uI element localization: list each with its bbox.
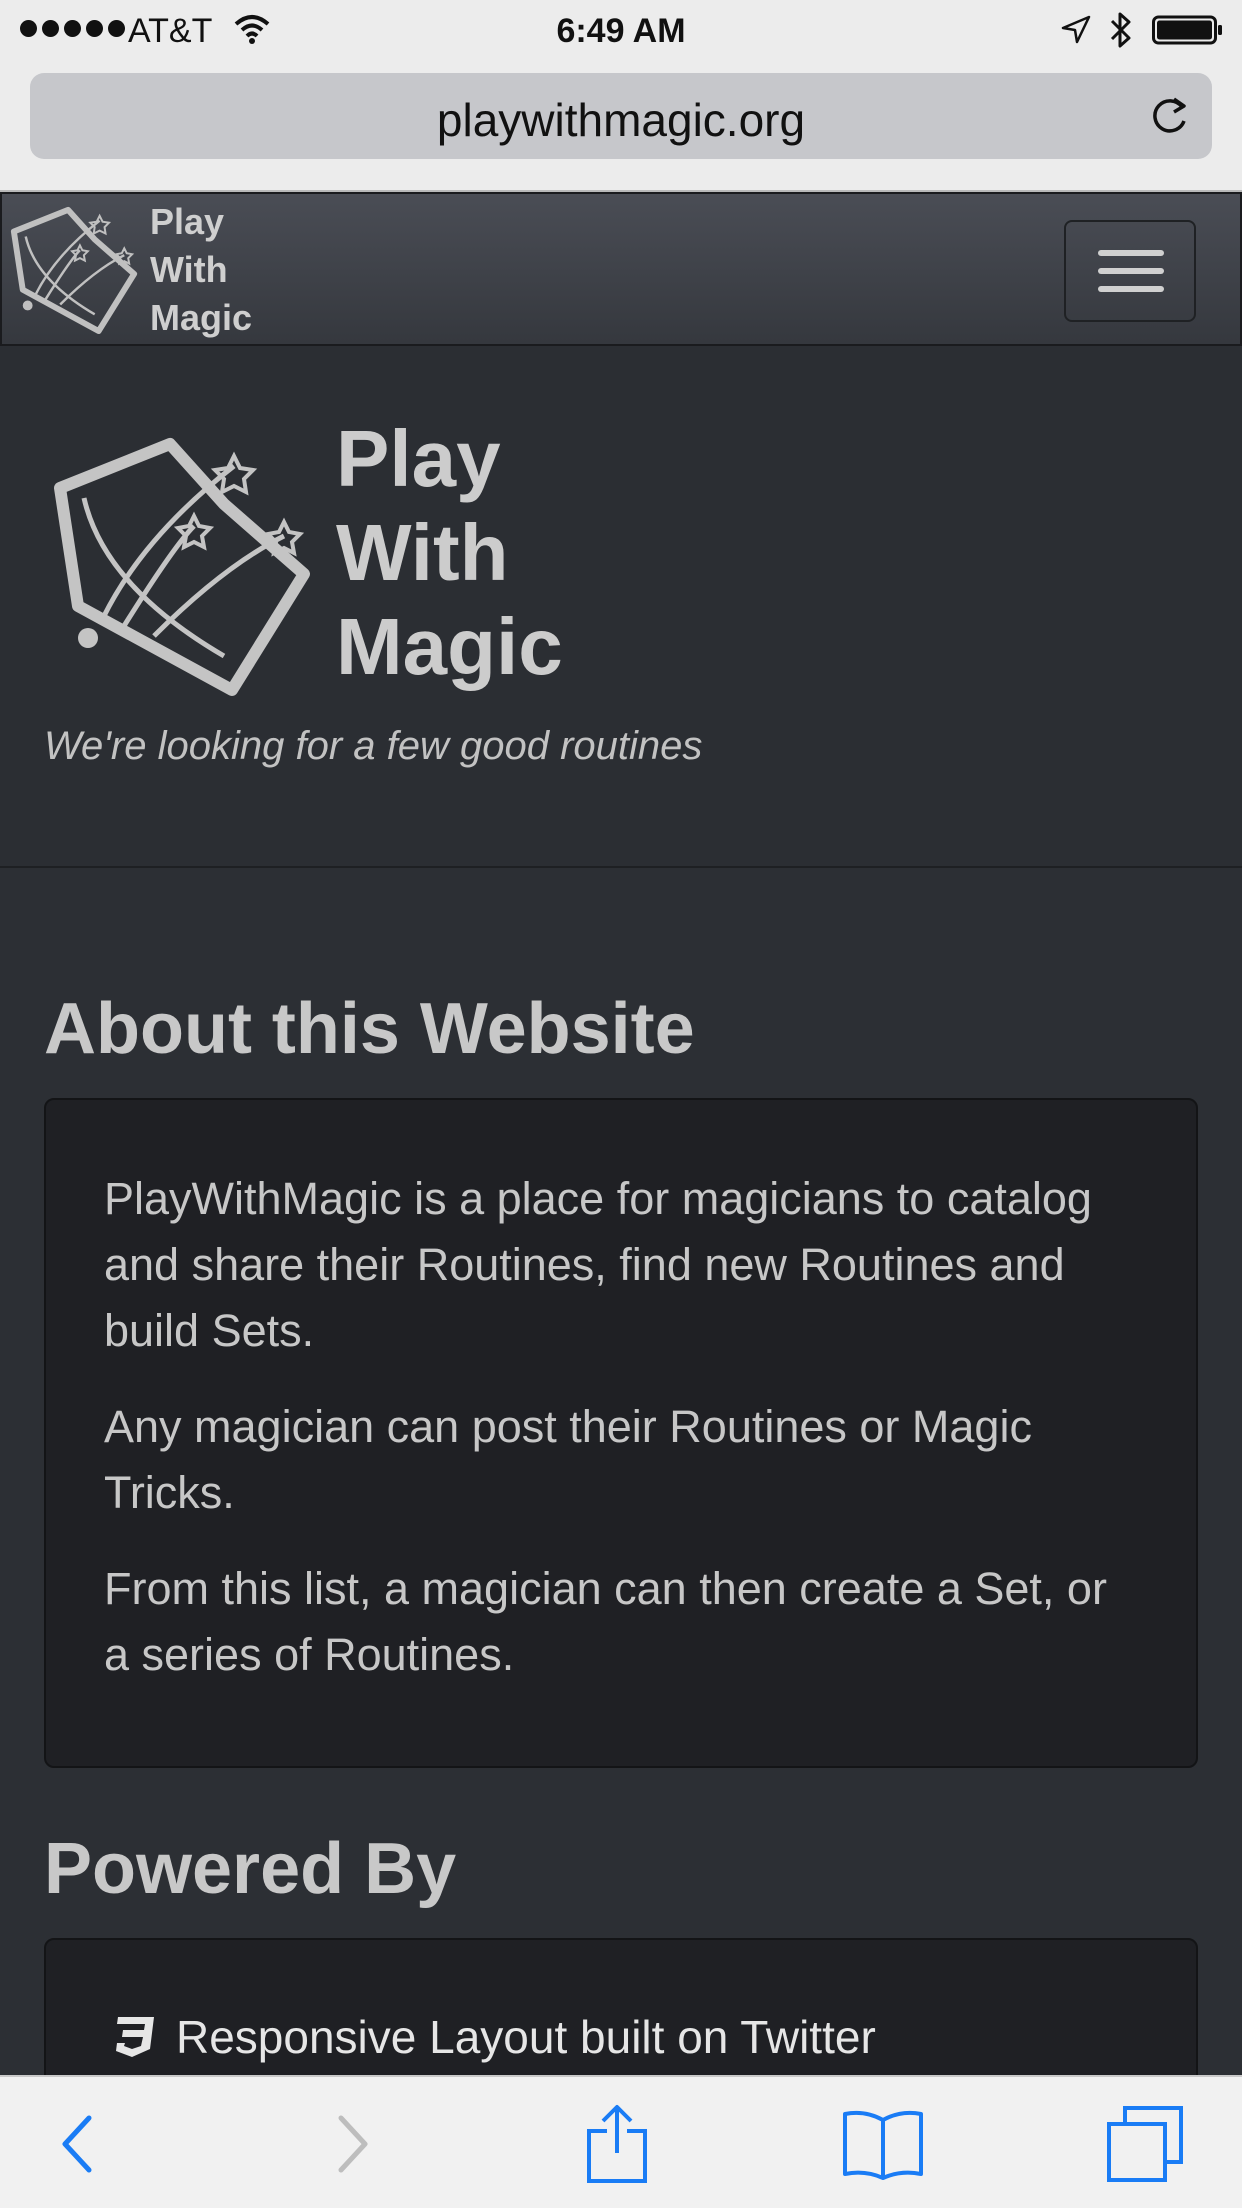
powered-by-label: Responsive Layout built on Twitter	[176, 2011, 876, 2063]
share-icon	[587, 2105, 647, 2183]
screen: AT&T 6:49 AM playwithmagic.org Play With…	[0, 0, 1242, 2208]
hero-brand: Play With Magic	[336, 412, 563, 694]
navbar-toggle-button[interactable]	[1064, 220, 1196, 322]
clock-label: 6:49 AM	[556, 12, 686, 50]
bluetooth-icon	[1110, 12, 1131, 48]
magic-book-logo-icon[interactable]	[6, 200, 142, 338]
hamburger-menu-icon	[1098, 286, 1164, 292]
hero-tagline: We're looking for a few good routines	[44, 724, 703, 768]
navbar-brand[interactable]: Play With Magic	[150, 198, 252, 342]
about-paragraph: PlayWithMagic is a place for magicians t…	[104, 1173, 1092, 1356]
magic-book-logo-icon	[54, 438, 310, 696]
site-navbar: Play With Magic	[0, 192, 1242, 346]
hero-brand-line: With	[336, 508, 509, 597]
bookmarks-button[interactable]	[838, 2099, 928, 2189]
browser-address-area: playwithmagic.org	[0, 60, 1242, 192]
hamburger-menu-icon	[1098, 250, 1164, 256]
tabs-icon	[1107, 2106, 1183, 2182]
hamburger-menu-icon	[1098, 268, 1164, 274]
powered-by-item: Responsive Layout built on Twitter	[110, 2010, 876, 2064]
address-bar[interactable]: playwithmagic.org	[30, 73, 1212, 159]
battery-icon	[1152, 15, 1222, 45]
share-button[interactable]	[572, 2099, 662, 2189]
back-button[interactable]	[32, 2099, 122, 2189]
status-bar: AT&T 6:49 AM	[0, 0, 1242, 60]
bookmarks-book-icon	[843, 2110, 923, 2180]
browser-toolbar	[0, 2075, 1242, 2208]
hero-jumbotron: Play With Magic We're looking for a few …	[0, 346, 1242, 868]
about-paragraph: From this list, a magician can then crea…	[104, 1563, 1107, 1680]
hero-brand-line: Magic	[336, 602, 563, 691]
css3-icon	[116, 2017, 154, 2057]
url-text[interactable]: playwithmagic.org	[30, 93, 1212, 147]
about-heading: About this Website	[44, 989, 695, 1069]
location-arrow-icon	[1061, 15, 1091, 44]
hero-brand-line: Play	[336, 414, 501, 503]
navbar-brand-line: Magic	[150, 297, 253, 338]
forward-chevron-icon	[338, 2115, 368, 2173]
back-chevron-icon	[62, 2115, 92, 2173]
navbar-brand-line: Play	[150, 201, 225, 242]
powered-by-heading: Powered By	[44, 1829, 457, 1909]
forward-button[interactable]	[308, 2099, 398, 2189]
about-paragraph: Any magician can post their Routines or …	[104, 1401, 1032, 1518]
about-well: PlayWithMagic is a place for magicians t…	[44, 1098, 1198, 1768]
tabs-button[interactable]	[1100, 2099, 1190, 2189]
navbar-brand-line: With	[150, 249, 228, 290]
reload-icon[interactable]	[1146, 93, 1192, 139]
